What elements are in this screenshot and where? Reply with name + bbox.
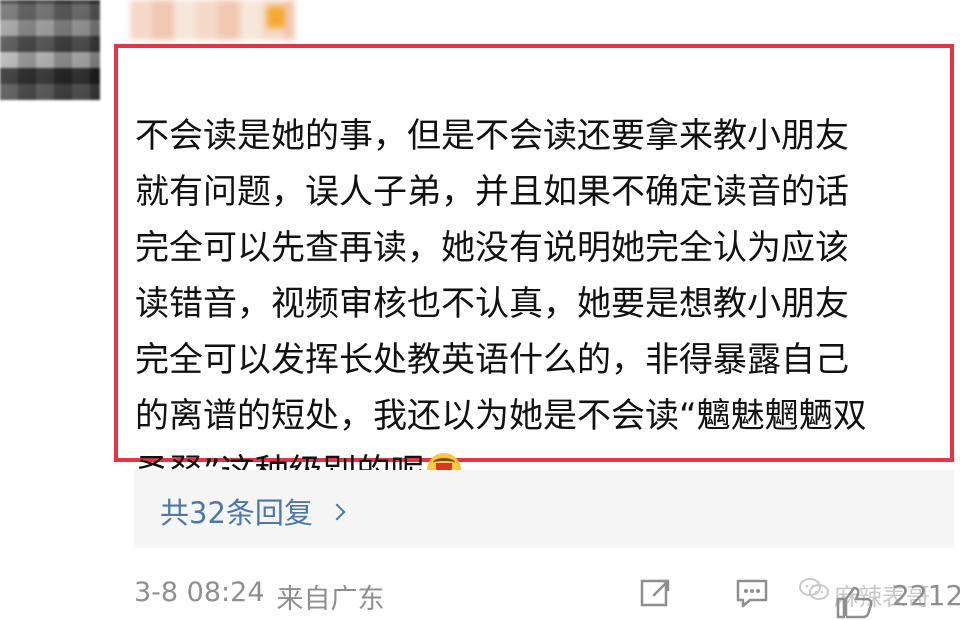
chevron-right-icon — [328, 503, 346, 521]
comment-meta-row: 3-8 08:24 来自广东 麻辣表哥 2212 — [134, 575, 960, 620]
like-count: 2212 — [892, 579, 960, 612]
like-icon[interactable] — [834, 585, 874, 619]
view-replies-link[interactable]: 共32条回复 — [160, 490, 346, 532]
avatar — [0, 0, 100, 100]
share-icon[interactable] — [639, 576, 673, 610]
comment-body: 不会读是她的事，但是不会读还要拿来教小朋友 就有问题，误人子弟，并且如果不确定读… — [135, 116, 867, 492]
blurred-username — [130, 0, 295, 40]
replies-label: 共32条回复 — [160, 496, 313, 530]
comment-icon[interactable] — [734, 576, 770, 610]
comment-source: 来自广东 — [276, 584, 385, 615]
comment-text: 不会读是她的事，但是不会读还要拿来教小朋友 就有问题，误人子弟，并且如果不确定读… — [135, 52, 935, 500]
meta-info: 3-8 08:24 来自广东 — [134, 577, 385, 616]
replies-panel[interactable]: 共32条回复 — [134, 470, 954, 548]
wechat-icon — [799, 578, 829, 600]
comment-date: 3-8 08:24 — [134, 577, 265, 608]
